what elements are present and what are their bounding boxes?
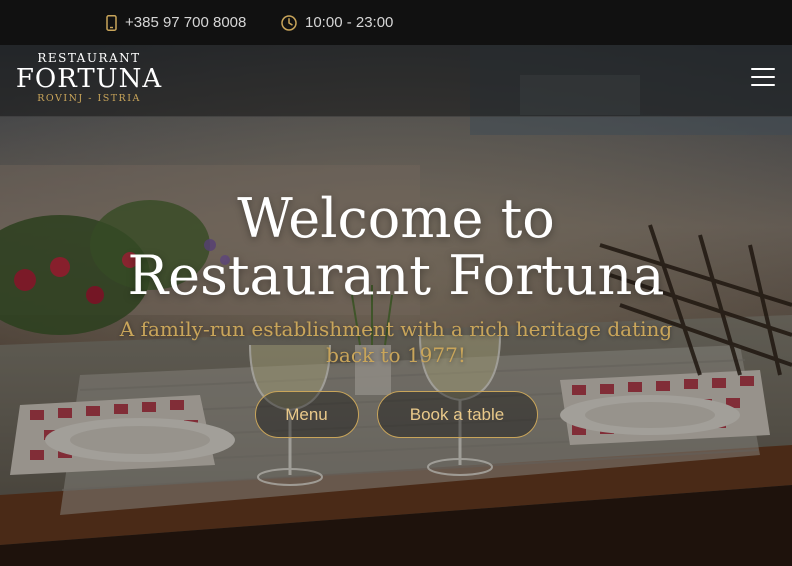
restaurant-logo[interactable]: RESTAURANT FORTUNA ROVINJ - ISTRIA: [14, 52, 164, 105]
top-contact-bar: +385 97 700 8008 10:00 - 23:00: [0, 0, 792, 45]
hours-text: 10:00 - 23:00: [305, 14, 394, 31]
hero-title-line-1: Welcome to: [237, 187, 555, 250]
main-navbar: RESTAURANT FORTUNA ROVINJ - ISTRIA: [0, 45, 792, 117]
hero-subtitle: A family-run establishment with a rich h…: [119, 317, 673, 367]
menu-bar-middle: [751, 76, 775, 78]
hero-buttons: Menu Book a table: [0, 391, 792, 438]
book-table-button[interactable]: Book a table: [376, 391, 538, 438]
hero-title: Welcome to Restaurant Fortuna: [0, 190, 792, 304]
phone-icon: [106, 14, 117, 31]
menu-bar-top: [751, 68, 775, 70]
menu-bar-bottom: [751, 84, 775, 86]
hamburger-menu-icon[interactable]: [751, 68, 775, 86]
menu-button[interactable]: Menu: [254, 391, 359, 438]
clock-icon: [281, 14, 297, 31]
hero-title-line-2: Restaurant Fortuna: [127, 244, 665, 307]
logo-sub-text: ROVINJ - ISTRIA: [37, 93, 141, 104]
phone-number: +385 97 700 8008: [125, 14, 247, 31]
phone-contact[interactable]: +385 97 700 8008: [106, 0, 246, 45]
logo-main-text: FORTUNA: [15, 64, 163, 94]
hero-content: Welcome to Restaurant Fortuna A family-r…: [0, 190, 792, 368]
opening-hours: 10:00 - 23:00: [281, 0, 393, 45]
